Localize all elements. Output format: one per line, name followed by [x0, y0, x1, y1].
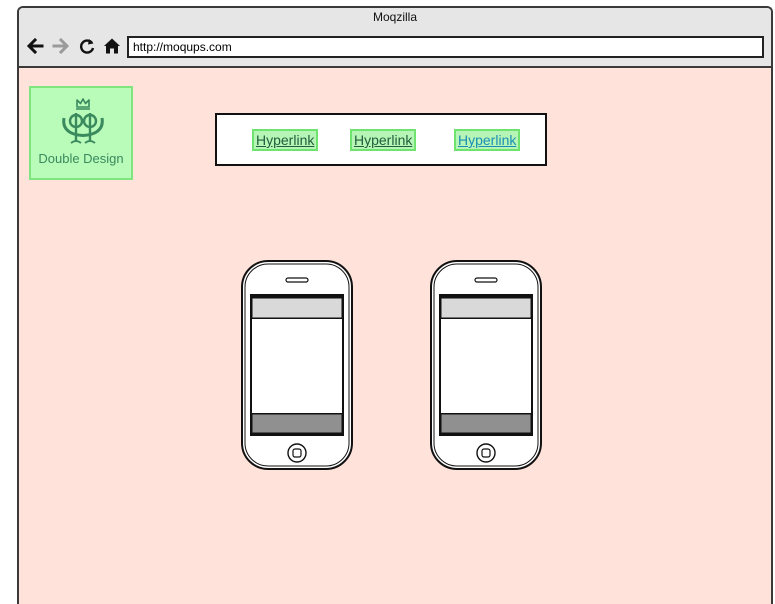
- home-icon: [104, 38, 120, 54]
- nav-bar: Hyperlink Hyperlink Hyperlink: [215, 113, 547, 166]
- phone-footer-bar: [251, 413, 343, 434]
- browser-chrome: Moqzilla http://moqups.com: [19, 8, 771, 68]
- browser-window: Moqzilla http://moqups.com Double Design…: [17, 6, 773, 604]
- crowned-monogram-icon: [62, 98, 104, 144]
- reload-icon: [80, 39, 95, 54]
- arrow-right-icon: [52, 38, 70, 54]
- logo[interactable]: Double Design: [29, 86, 133, 180]
- phone-home-button[interactable]: [476, 443, 496, 463]
- phone-mockup-2[interactable]: [430, 260, 542, 470]
- nav-link-2[interactable]: Hyperlink: [350, 129, 417, 151]
- logo-text: Double Design: [38, 151, 124, 166]
- nav-link-1[interactable]: Hyperlink: [252, 129, 319, 151]
- reload-button[interactable]: [77, 36, 97, 56]
- back-button[interactable]: [25, 36, 45, 56]
- phone-header-bar: [251, 297, 343, 319]
- home-button[interactable]: [102, 36, 122, 56]
- phone-mockup-1[interactable]: [241, 260, 353, 470]
- phone-home-button[interactable]: [287, 443, 307, 463]
- nav-link-3[interactable]: Hyperlink: [454, 129, 521, 151]
- window-title: Moqzilla: [372, 10, 417, 24]
- url-input[interactable]: http://moqups.com: [127, 36, 764, 58]
- forward-button[interactable]: [51, 36, 71, 56]
- phone-footer-bar: [440, 413, 532, 434]
- phone-header-bar: [440, 297, 532, 319]
- phone-content-area: [441, 319, 531, 413]
- arrow-left-icon: [26, 38, 44, 54]
- phone-content-area: [252, 319, 342, 413]
